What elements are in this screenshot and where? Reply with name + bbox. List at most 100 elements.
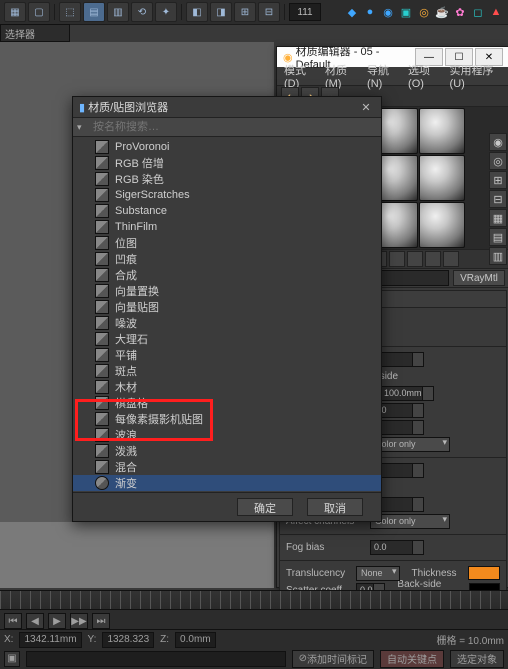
maxscript-field[interactable] [26, 651, 286, 667]
browser-list-item[interactable]: 向量置换 [73, 283, 381, 299]
browser-list-item[interactable]: 棋盘格 [73, 395, 381, 411]
coord-x-field[interactable]: 1342.11mm [19, 632, 81, 648]
mini-tool[interactable] [389, 251, 405, 267]
side-tool[interactable]: ◉ [489, 133, 507, 151]
light-icon[interactable]: ● [362, 4, 378, 20]
browser-list-item[interactable]: ThinFilm [73, 219, 381, 235]
coord-y-field[interactable]: 1328.323 [102, 632, 154, 648]
affect-channels-dropdown[interactable]: Color only [370, 514, 450, 529]
menu-material[interactable]: 材质(M) [322, 62, 362, 90]
translucency-dropdown[interactable]: None [356, 566, 400, 581]
shape-icon[interactable]: ✿ [452, 4, 468, 20]
browser-search-input[interactable] [91, 120, 377, 134]
timeline-ruler[interactable] [0, 591, 508, 610]
browser-list-item[interactable]: 位图 [73, 235, 381, 251]
add-time-tag-button[interactable]: ⊘ 添加时间标记 [292, 650, 374, 668]
menu-mode[interactable]: 模式(D) [281, 62, 320, 90]
toolbar-button[interactable]: ◧ [186, 2, 208, 22]
menu-options[interactable]: 选项(O) [405, 62, 445, 90]
browser-list-item[interactable]: RGB 倍增 [73, 155, 381, 171]
browser-item-label: 棋盘格 [115, 395, 148, 411]
timeline-last-button[interactable]: ⏭ [92, 613, 110, 629]
browser-list-item[interactable]: 渐变 [73, 475, 381, 491]
browser-list-item[interactable]: 向量贴图 [73, 299, 381, 315]
toolbar-button[interactable]: ◨ [210, 2, 232, 22]
toolbar-button[interactable]: ▢ [28, 2, 50, 22]
map-type-icon [95, 348, 109, 362]
browser-list-item[interactable]: 波浪 [73, 427, 381, 443]
browser-list[interactable]: ProVoronoiRGB 倍增RGB 染色SigerScratchesSubs… [73, 137, 381, 492]
toolbar-button[interactable]: ⊞ [234, 2, 256, 22]
teapot-icon[interactable]: ☕ [434, 4, 450, 20]
coord-z-field[interactable]: 0.0mm [175, 632, 216, 648]
autokey-button[interactable]: 自动关键点 [380, 650, 444, 668]
toolbar-button[interactable]: ⊟ [258, 2, 280, 22]
chevron-down-icon[interactable]: ▾ [77, 122, 87, 132]
side-tool[interactable]: ◎ [489, 152, 507, 170]
mini-tool[interactable] [425, 251, 441, 267]
side-tool[interactable]: ⊟ [489, 190, 507, 208]
selected-object-button[interactable]: 选定对象 [450, 650, 504, 668]
warning-icon[interactable]: ▲ [488, 4, 504, 20]
cancel-button[interactable]: 取消 [307, 498, 363, 516]
light-icon[interactable]: ◆ [344, 4, 360, 20]
toolbar-button[interactable]: ✦ [155, 2, 177, 22]
side-tool[interactable]: ⊞ [489, 171, 507, 189]
timeline-prev-button[interactable]: ◀ [26, 613, 44, 629]
coord-z: Z: [160, 634, 169, 645]
menu-navigate[interactable]: 导航(N) [364, 62, 403, 90]
toolbar-button[interactable]: ▦ [4, 2, 26, 22]
timeline-next-button[interactable]: ▶▶ [70, 613, 88, 629]
material-editor-menu: 模式(D) 材质(M) 导航(N) 选项(O) 实用程序(U) [277, 67, 508, 86]
browser-titlebar[interactable]: ▮ 材质/贴图浏览器 ✕ [73, 97, 381, 118]
fog-bias-spinner[interactable]: 0.0 [370, 540, 424, 555]
browser-list-item[interactable]: Substance [73, 203, 381, 219]
toolbar-button[interactable]: ⬚ [59, 2, 81, 22]
browser-list-item[interactable]: 木材 [73, 379, 381, 395]
affect-channels-dropdown[interactable]: Color only [370, 437, 450, 452]
browser-list-item[interactable]: 每像素摄影机贴图 [73, 411, 381, 427]
thickness-swatch[interactable] [468, 566, 500, 580]
dim-distance-spinner[interactable]: 100.0mm [380, 386, 434, 401]
mini-tool[interactable] [407, 251, 423, 267]
ok-button[interactable]: 确定 [237, 498, 293, 516]
light-icon[interactable]: ◉ [380, 4, 396, 20]
browser-list-item[interactable]: 噪波 [73, 315, 381, 331]
timeline-first-button[interactable]: ⏮ [4, 613, 22, 629]
material-type-button[interactable]: VRayMtl [453, 270, 505, 286]
sample-slot[interactable] [419, 108, 465, 154]
browser-list-item[interactable]: 斑点 [73, 363, 381, 379]
timeline[interactable]: ⏮ ◀ ▶ ▶▶ ⏭ [0, 590, 508, 631]
browser-list-item[interactable]: 合成 [73, 267, 381, 283]
browser-list-item[interactable]: 凹痕 [73, 251, 381, 267]
side-tool[interactable]: ▥ [489, 247, 507, 265]
side-tool[interactable]: ▦ [489, 209, 507, 227]
toolbar-button[interactable]: ▥ [107, 2, 129, 22]
sample-slot[interactable] [419, 155, 465, 201]
toolbar-button[interactable]: ▤ [83, 2, 105, 22]
script-icon[interactable]: ▣ [4, 651, 20, 667]
close-button[interactable]: ✕ [357, 100, 375, 114]
browser-list-item[interactable]: 泼溅 [73, 443, 381, 459]
browser-list-item[interactable]: 平铺 [73, 347, 381, 363]
browser-list-item[interactable]: ProVoronoi [73, 139, 381, 155]
browser-list-item[interactable]: 混合 [73, 459, 381, 475]
browser-list-item[interactable]: 渐变坡度 [73, 491, 381, 492]
map-type-icon [95, 396, 109, 410]
browser-list-item[interactable]: RGB 染色 [73, 171, 381, 187]
map-type-icon [95, 156, 109, 170]
camera-icon[interactable]: ▣ [398, 4, 414, 20]
timeline-play-button[interactable]: ▶ [48, 613, 66, 629]
browser-search-row: ▾ [73, 118, 381, 137]
side-tool[interactable]: ▤ [489, 228, 507, 246]
toolbar-number[interactable]: 111 [289, 3, 321, 21]
menu-utils[interactable]: 实用程序(U) [447, 62, 505, 90]
browser-list-item[interactable]: SigerScratches [73, 187, 381, 203]
helper-icon[interactable]: ◻ [470, 4, 486, 20]
mini-tool[interactable] [443, 251, 459, 267]
geom-icon[interactable]: ◎ [416, 4, 432, 20]
rollout-fog: Fog bias0.0 [279, 535, 507, 561]
toolbar-button[interactable]: ⟲ [131, 2, 153, 22]
browser-list-item[interactable]: 大理石 [73, 331, 381, 347]
sample-slot[interactable] [419, 202, 465, 248]
